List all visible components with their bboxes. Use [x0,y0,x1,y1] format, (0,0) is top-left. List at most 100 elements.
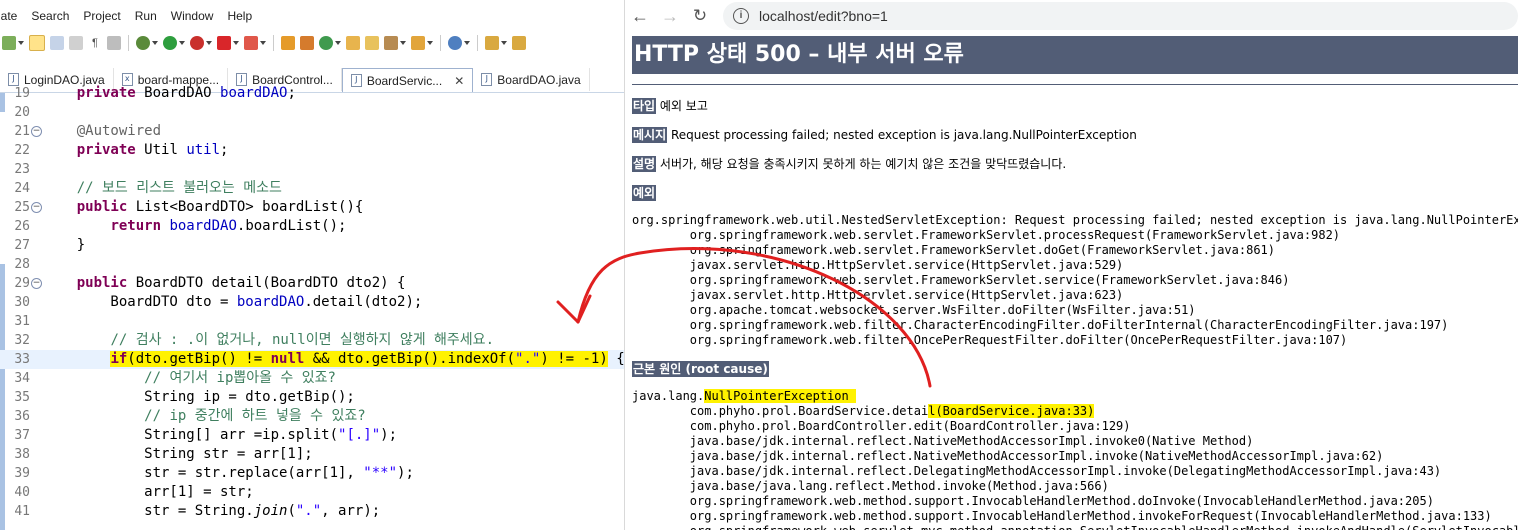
highlight-toggle-icon[interactable] [29,35,45,51]
reload-icon[interactable]: ↻ [685,6,715,26]
code-text: private BoardDAO boardDAO; [76,85,296,101]
code-line[interactable]: 26 return boardDAO.boardList(); [0,217,624,236]
root-cause-row: 근본 원인 (root cause) [632,360,1518,377]
line-number: 30 [14,295,30,310]
new-class-icon[interactable] [319,36,333,50]
code-text: String str = arr[1]; [43,446,313,462]
fold-icon[interactable]: − [31,202,42,213]
code-text: public BoardDTO detail(BoardDTO dto2) { [76,275,406,291]
chevron-down-icon[interactable] [501,41,507,45]
code-text: str = str.replace(arr[1], "**"); [43,465,414,481]
address-bar[interactable]: i localhost/edit?bno=1 [723,2,1518,30]
search-icon[interactable] [384,36,398,50]
code-text: // 보드 리스트 불러오는 메소드 [76,180,282,196]
code-line[interactable]: 24 // 보드 리스트 불러오는 메소드 [0,179,624,198]
chevron-down-icon[interactable] [335,41,341,45]
next-annotation-icon[interactable] [485,36,499,50]
line-number: 26 [14,219,30,234]
globe-icon[interactable] [448,36,462,50]
back-icon[interactable]: ← [625,6,655,27]
code-line[interactable]: 38 String str = arr[1]; [0,445,624,464]
line-number: 23 [14,162,30,177]
debug-icon[interactable] [2,36,16,50]
chevron-down-icon[interactable] [260,41,266,45]
code-line[interactable]: 36 // ip 중간에 하트 넣을 수 있죠? [0,407,624,426]
code-line[interactable]: 31 [0,312,624,331]
run-icon[interactable] [163,36,177,50]
show-whitespace-icon[interactable] [69,36,83,50]
code-editor[interactable]: 19 private BoardDAO boardDAO; 20 21− @Auto… [0,85,624,530]
divider [632,84,1518,85]
type-row: 타입 예외 보고 [632,97,1518,114]
code-line[interactable]: 19 private BoardDAO boardDAO; [0,84,624,103]
prev-annotation-icon[interactable] [512,36,526,50]
skip-breakpoints-icon[interactable] [107,36,121,50]
code-text: BoardDTO dto = boardDAO.detail(dto2); [43,294,423,310]
server-icon[interactable] [244,36,258,50]
line-number: 19 [14,86,30,101]
menu-item-search[interactable]: Search [31,9,69,23]
chevron-down-icon[interactable] [464,41,470,45]
code-line[interactable]: 21− @Autowired [0,122,624,141]
message-row: 메시지 Request processing failed; nested ex… [632,126,1518,143]
code-line[interactable]: 39 str = str.replace(arr[1], "**"); [0,464,624,483]
open-type-icon[interactable] [365,36,379,50]
fold-icon[interactable]: − [31,126,42,137]
line-number: 28 [14,257,30,272]
menu-item-run[interactable]: Run [135,9,157,23]
code-line[interactable]: 27 } [0,236,624,255]
code-line[interactable]: 34 // 여기서 ip뽑아올 수 있죠? [0,369,624,388]
separator [128,35,129,51]
browser-window: ← → ↻ i localhost/edit?bno=1 HTTP 상태 500… [625,0,1518,530]
code-line[interactable]: 25− public List<BoardDTO> boardList(){ [0,198,624,217]
menu-item-gate[interactable]: gate [0,9,17,23]
chevron-down-icon[interactable] [179,41,185,45]
code-text: // ip 중간에 하트 넣을 수 있죠? [144,408,366,424]
type-label: 타입 [632,98,657,114]
menu-item-project[interactable]: Project [83,9,120,23]
code-line[interactable]: 29− public BoardDTO detail(BoardDTO dto2… [0,274,624,293]
code-text: // 여기서 ip뽑아올 수 있죠? [144,370,336,386]
fold-icon[interactable]: − [31,278,42,289]
chevron-down-icon[interactable] [152,41,158,45]
separator [273,35,274,51]
code-line[interactable]: 41 str = String.join(".", arr); [0,502,624,521]
chevron-down-icon[interactable] [400,41,406,45]
new-package-icon[interactable] [300,36,314,50]
pilcrow-icon[interactable]: ¶ [88,36,102,50]
line-number: 24 [14,181,30,196]
bug-icon[interactable] [136,36,150,50]
line-number: 39 [14,466,30,481]
code-line[interactable]: 22 private Util util; [0,141,624,160]
code-line[interactable]: 37 String[] arr =ip.split("[.]"); [0,426,624,445]
eclipse-ide-window: gateSearchProjectRunWindowHelp ¶ JLoginD… [0,0,625,530]
stop-icon[interactable] [217,36,231,50]
code-line[interactable]: 23 [0,160,624,179]
block-select-icon[interactable] [50,36,64,50]
run-external-icon[interactable] [190,36,204,50]
code-line[interactable]: 33 if(dto.getBip() != null && dto.getBip… [0,350,624,369]
url-text[interactable]: localhost/edit?bno=1 [759,8,888,24]
type-value: 예외 보고 [656,99,708,113]
open-task-icon[interactable] [411,36,425,50]
code-line[interactable]: 40 arr[1] = str; [0,483,624,502]
code-text: String[] arr =ip.split("[.]"); [43,427,398,443]
new-project-icon[interactable] [281,36,295,50]
chevron-down-icon[interactable] [233,41,239,45]
chevron-down-icon[interactable] [206,41,212,45]
forward-icon[interactable]: → [655,6,685,27]
code-line[interactable]: 20 [0,103,624,122]
code-text: str = String.join(".", arr); [43,503,381,519]
menu-item-window[interactable]: Window [171,9,214,23]
code-line[interactable]: 32 // 검사 : .이 없거나, null이면 실행하지 않게 해주세요. [0,331,624,350]
code-line[interactable]: 35 String ip = dto.getBip(); [0,388,624,407]
code-line[interactable]: 28 [0,255,624,274]
line-number: 40 [14,485,30,500]
open-folder-icon[interactable] [346,36,360,50]
chevron-down-icon[interactable] [18,41,24,45]
menu-item-help[interactable]: Help [227,9,252,23]
chevron-down-icon[interactable] [427,41,433,45]
code-line[interactable]: 30 BoardDTO dto = boardDAO.detail(dto2); [0,293,624,312]
message-label: 메시지 [632,127,668,143]
site-info-icon[interactable]: i [733,8,749,24]
